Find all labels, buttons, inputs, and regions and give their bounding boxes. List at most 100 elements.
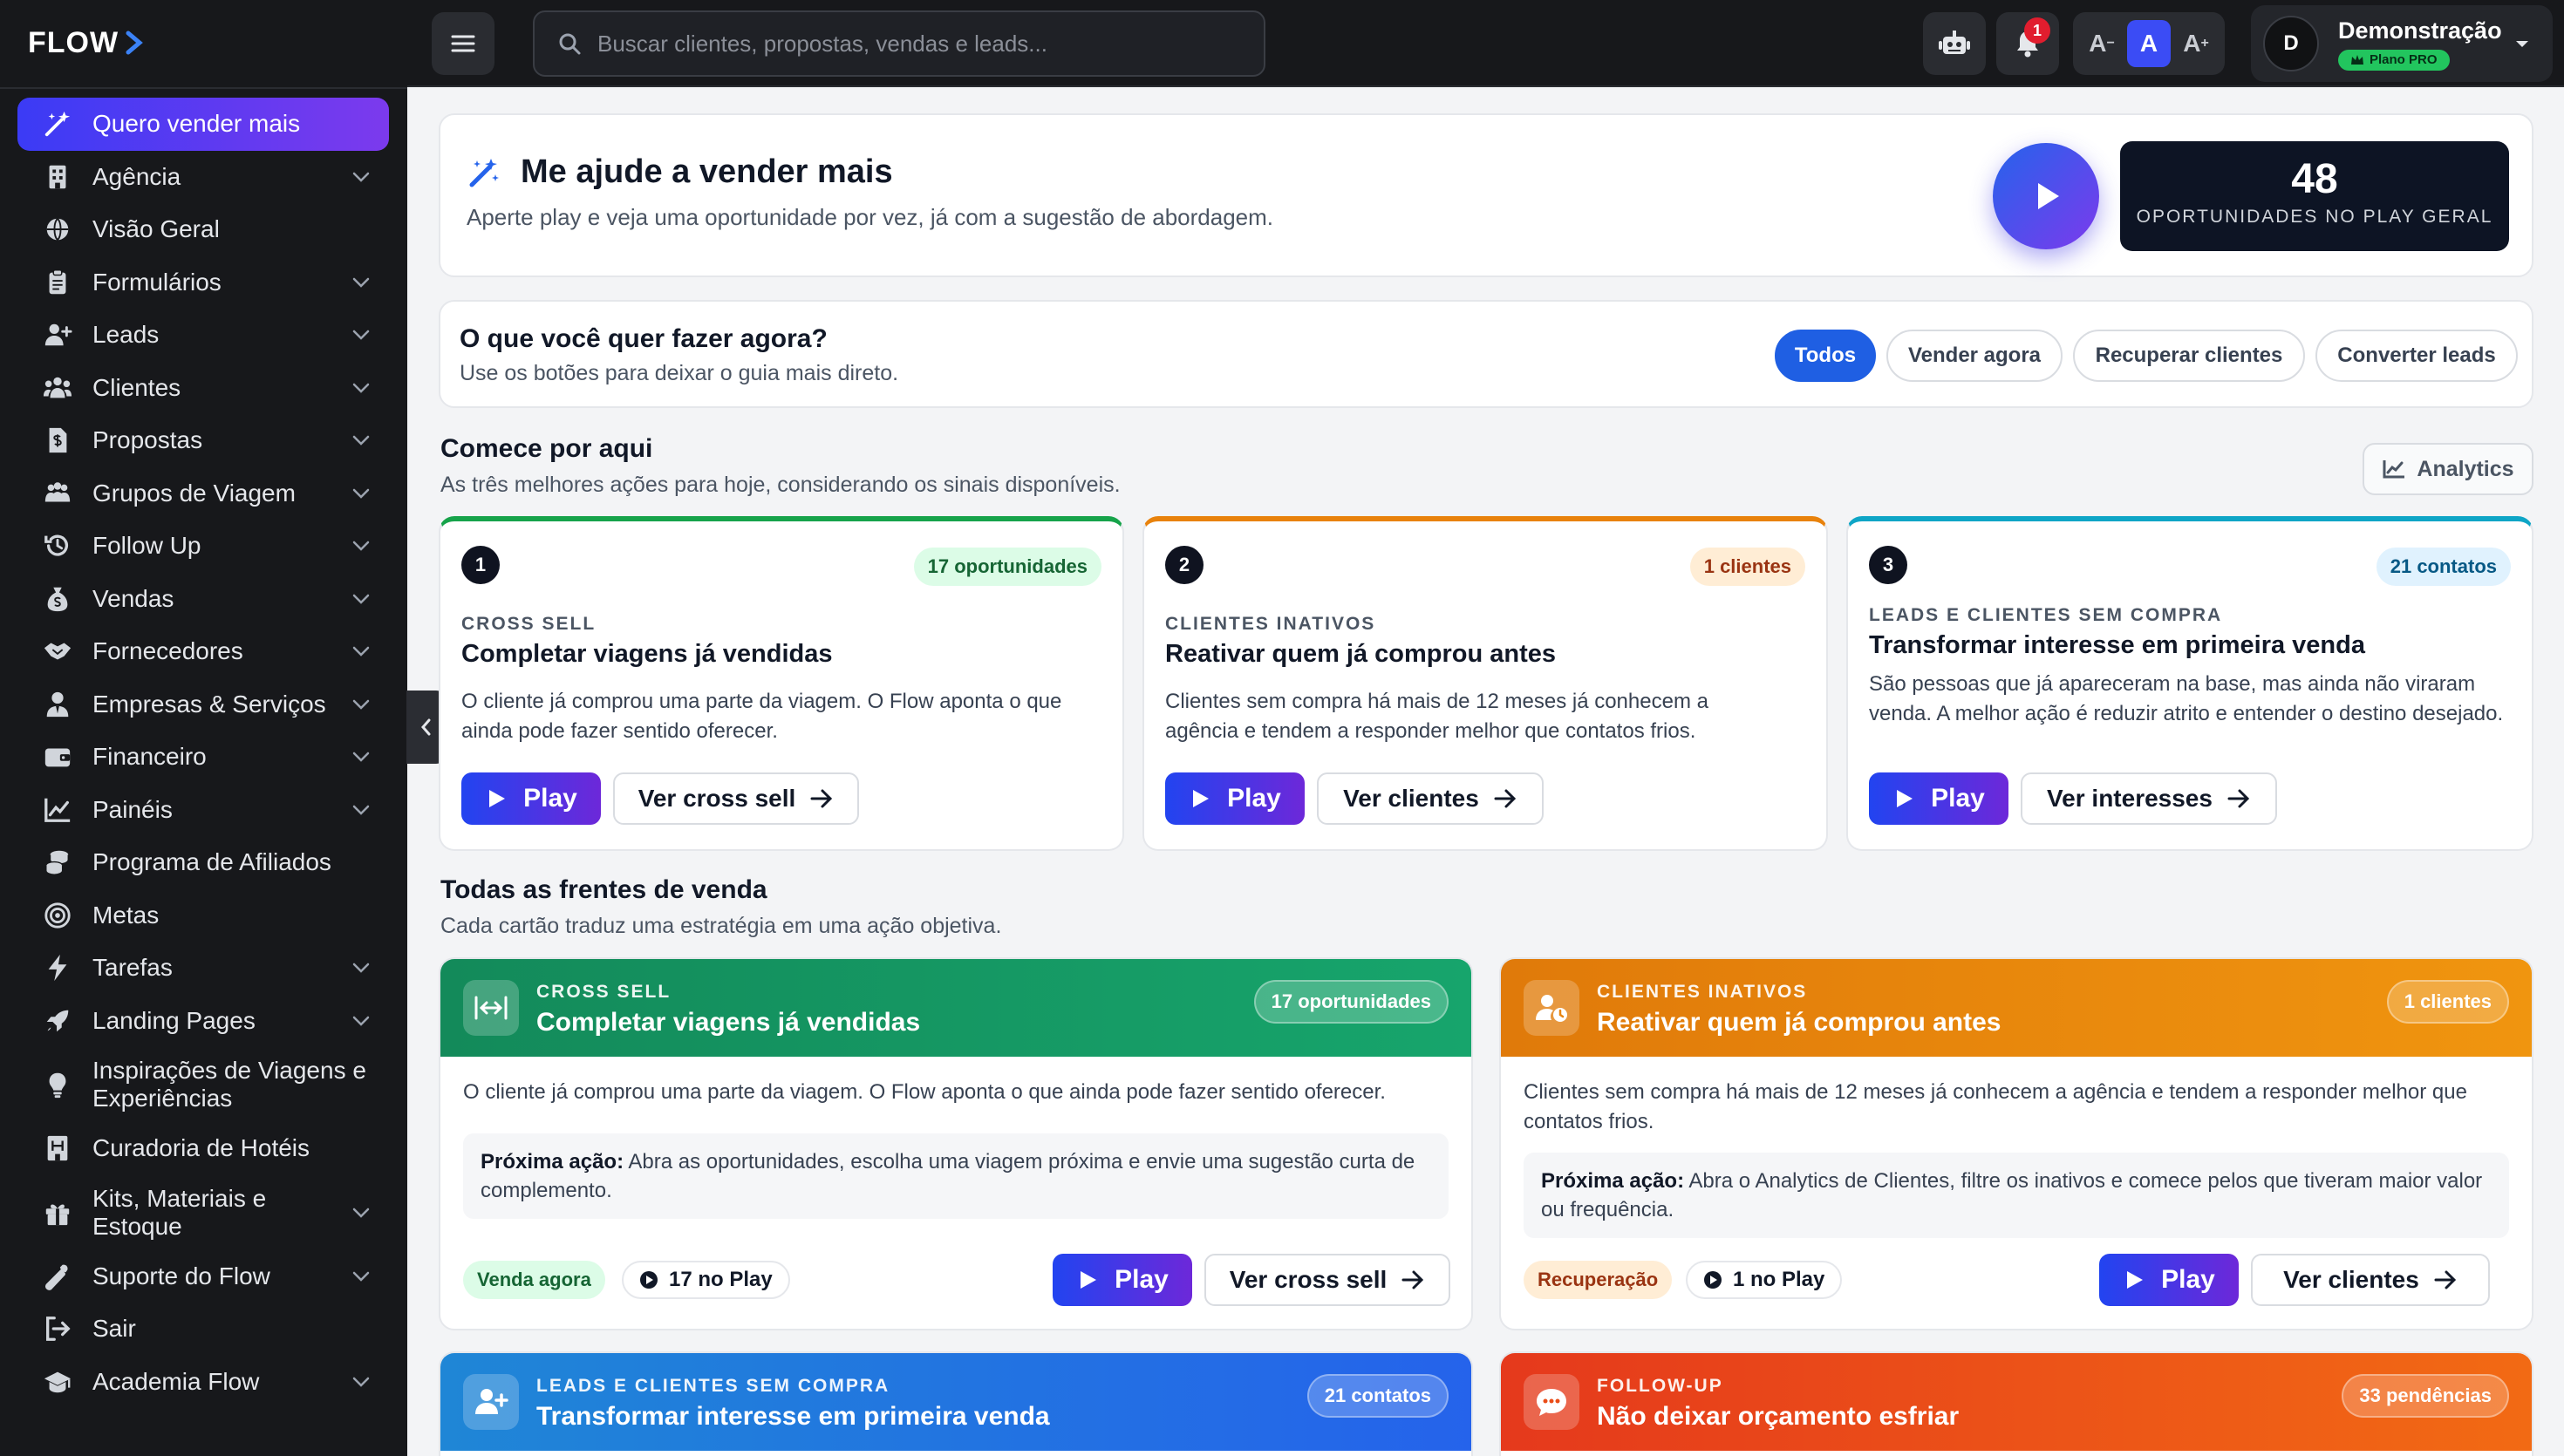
sidebar-item-formularios[interactable]: Formulários bbox=[17, 256, 389, 310]
sidebar-item-metas[interactable]: Metas bbox=[17, 889, 389, 942]
sidebar-item-label: Inspirações de Viagens e Experiências bbox=[92, 1057, 366, 1112]
next-action-label: Próxima ação: bbox=[481, 1150, 624, 1174]
play-count-tag: 1 no Play bbox=[1686, 1261, 1843, 1299]
front-card-kicker: FOLLOW-UP bbox=[1597, 1376, 1723, 1396]
play-button[interactable]: Play bbox=[1165, 772, 1305, 825]
play-all-button[interactable] bbox=[1993, 143, 2099, 249]
sidebar-item-financeiro[interactable]: Financeiro bbox=[17, 731, 389, 784]
font-normal-button[interactable]: A bbox=[2127, 20, 2171, 67]
front-card-title: Completar viagens já vendidas bbox=[536, 1008, 921, 1037]
sidebar-item-label: Quero vender mais bbox=[92, 110, 301, 138]
sidebar-item-label: Painéis bbox=[92, 795, 173, 823]
step-number: 2 bbox=[1165, 546, 1204, 584]
sidebar-item-follow-up[interactable]: Follow Up bbox=[17, 520, 389, 573]
flow-logo[interactable]: FLOW bbox=[28, 24, 145, 61]
sidebar-item-landing-pages[interactable]: Landing Pages bbox=[17, 995, 389, 1048]
user-clock-icon bbox=[1524, 980, 1579, 1036]
sidebar-item-tarefas[interactable]: Tarefas bbox=[17, 942, 389, 995]
top-bar: 1 A− A A+ D Demonstração Plano PRO bbox=[407, 0, 2564, 87]
sidebar-item-kits-materiais-e-estoque[interactable]: Kits, Materiais e Estoque bbox=[17, 1175, 389, 1250]
play-button[interactable]: Play bbox=[461, 772, 601, 825]
view-label: Ver cross sell bbox=[1229, 1266, 1388, 1293]
arrow-right-icon bbox=[1494, 789, 1516, 808]
sidebar-item-academia-flow[interactable]: Academia Flow bbox=[17, 1356, 389, 1409]
sidebar-item-grupos-de-viagem[interactable]: Grupos de Viagem bbox=[17, 467, 389, 520]
sidebar-item-clientes[interactable]: Clientes bbox=[17, 362, 389, 415]
hero-subtitle: Aperte play e veja uma oportunidade por … bbox=[467, 204, 1274, 230]
sidebar-item-quero-vender-mais[interactable]: Quero vender mais bbox=[17, 98, 389, 151]
filter-recover-clients-button[interactable]: Recuperar clientes bbox=[2073, 330, 2305, 382]
user-plus-icon bbox=[463, 1374, 519, 1430]
font-decrease-button[interactable]: A − bbox=[2080, 20, 2124, 67]
front-card-header: LEADS E CLIENTES SEM COMPRA Transformar … bbox=[440, 1353, 1471, 1451]
sidebar-item-agencia[interactable]: Agência bbox=[17, 151, 389, 204]
sidebar-item-propostas[interactable]: Propostas bbox=[17, 414, 389, 467]
sidebar-item-suporte-do-flow[interactable]: Suporte do Flow bbox=[17, 1250, 389, 1303]
filter-convert-leads-button[interactable]: Converter leads bbox=[2315, 330, 2518, 382]
sidebar-item-programa-de-afiliados[interactable]: Programa de Afiliados bbox=[17, 836, 389, 889]
opportunities-label: OPORTUNIDADES NO PLAY GERAL bbox=[2136, 207, 2493, 227]
hero-title-text: Me ajude a vender mais bbox=[521, 153, 893, 190]
sidebar-item-leads[interactable]: Leads bbox=[17, 309, 389, 362]
chevron-right-logo-icon bbox=[126, 31, 143, 55]
step-number: 1 bbox=[461, 546, 500, 584]
view-clients-button[interactable]: Ver clientes bbox=[1317, 772, 1544, 825]
user-menu[interactable]: D Demonstração Plano PRO bbox=[2251, 5, 2553, 82]
user-name: Demonstração bbox=[2338, 17, 2502, 44]
sidebar-divider bbox=[0, 87, 407, 89]
search-box[interactable] bbox=[533, 10, 1265, 77]
sidebar-item-inspiracoes-de-viagens-e-experiencias[interactable]: Inspirações de Viagens e Experiências bbox=[17, 1047, 389, 1122]
front-card-badge: 33 pendências bbox=[2342, 1374, 2509, 1418]
sidebar-item-paineis[interactable]: Painéis bbox=[17, 784, 389, 837]
play-button[interactable]: Play bbox=[2099, 1254, 2239, 1306]
play-count-label: 1 no Play bbox=[1733, 1268, 1825, 1291]
view-cross-sell-button[interactable]: Ver cross sell bbox=[613, 772, 859, 825]
assistant-bot-button[interactable] bbox=[1923, 12, 1986, 75]
front-card-header: CLIENTES INATIVOS Reativar quem já compr… bbox=[1501, 959, 2532, 1057]
front-card-description: Clientes sem compra há mais de 12 meses … bbox=[1524, 1080, 2467, 1133]
sidebar-item-sair[interactable]: Sair bbox=[17, 1303, 389, 1356]
hamburger-icon bbox=[451, 35, 475, 52]
filter-sell-now-button[interactable]: Vender agora bbox=[1886, 330, 2063, 382]
view-clients-button[interactable]: Ver clientes bbox=[2251, 1254, 2490, 1306]
search-input[interactable] bbox=[597, 30, 1264, 58]
sidebar-item-fornecedores[interactable]: Fornecedores bbox=[17, 625, 389, 678]
arrow-right-icon bbox=[2227, 789, 2250, 808]
play-circle-icon bbox=[1704, 1271, 1722, 1289]
sidebar-item-label: Kits, Materiais e Estoque bbox=[92, 1184, 267, 1240]
sidebar-item-visao-geral[interactable]: Visão Geral bbox=[17, 203, 389, 256]
menu-button[interactable] bbox=[432, 12, 494, 75]
view-label: Ver clientes bbox=[2283, 1266, 2419, 1293]
chevron-down-icon bbox=[349, 323, 373, 347]
play-button[interactable]: Play bbox=[1053, 1254, 1192, 1306]
sidebar-item-curadoria-de-hoteis[interactable]: Curadoria de Hotéis bbox=[17, 1122, 389, 1175]
font-increase-button[interactable]: A + bbox=[2174, 20, 2218, 67]
play-button[interactable]: Play bbox=[1869, 772, 2008, 825]
user-info: Demonstração Plano PRO bbox=[2338, 17, 2509, 71]
card-title: Transformar interesse em primeira venda bbox=[1869, 631, 2365, 659]
front-card-kicker: LEADS E CLIENTES SEM COMPRA bbox=[536, 1376, 890, 1396]
sell-now-tag: Venda agora bbox=[463, 1261, 605, 1299]
sidebar-item-vendas[interactable]: Vendas bbox=[17, 573, 389, 626]
front-card-header: CROSS SELL Completar viagens já vendidas… bbox=[440, 959, 1471, 1057]
main-content: Me ajude a vender mais Aperte play e vej… bbox=[407, 87, 2564, 1456]
analytics-button[interactable]: Analytics bbox=[2363, 443, 2533, 495]
view-interests-button[interactable]: Ver interesses bbox=[2021, 772, 2277, 825]
notifications-button[interactable]: 1 bbox=[1996, 12, 2059, 75]
filter-all-button[interactable]: Todos bbox=[1775, 330, 1876, 382]
card-kicker: CROSS SELL bbox=[461, 614, 597, 634]
view-cross-sell-button[interactable]: Ver cross sell bbox=[1204, 1254, 1450, 1306]
chevron-down-icon bbox=[349, 639, 373, 663]
front-card-kicker: CLIENTES INATIVOS bbox=[1597, 982, 1808, 1002]
front-card-follow-up: FOLLOW-UP Não deixar orçamento esfriar 3… bbox=[1499, 1351, 2533, 1456]
sidebar-item-label: Vendas bbox=[92, 584, 174, 612]
sidebar-item-label: Sair bbox=[92, 1315, 136, 1343]
robot-icon bbox=[1939, 31, 1970, 54]
count-badge: 21 contatos bbox=[2376, 548, 2511, 586]
opportunities-count: 48 bbox=[2291, 156, 2338, 202]
front-card-leads: LEADS E CLIENTES SEM COMPRA Transformar … bbox=[439, 1351, 1473, 1456]
front-card-title: Transformar interesse em primeira venda bbox=[536, 1402, 1050, 1431]
sidebar-item-empresas-servicos[interactable]: Empresas & Serviços bbox=[17, 678, 389, 731]
sidebar-item-label: Landing Pages bbox=[92, 1006, 256, 1034]
chevron-down-icon bbox=[349, 587, 373, 611]
